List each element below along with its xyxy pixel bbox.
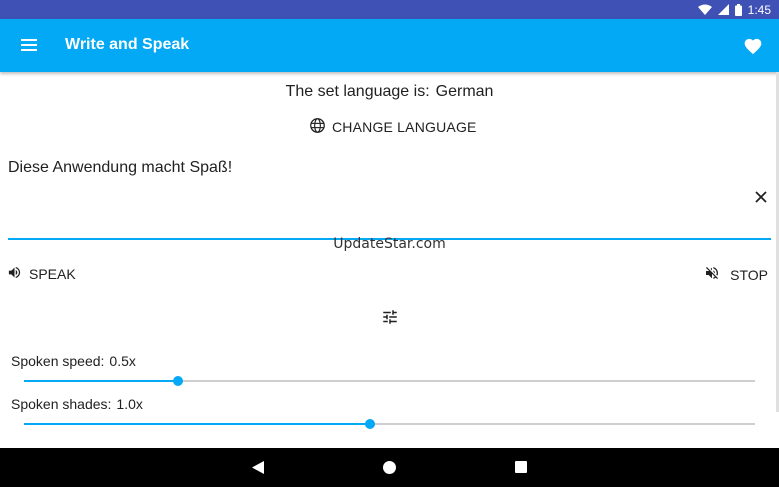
text-input[interactable]: Diese Anwendung macht Spaß! [8,159,232,177]
app-title: Write and Speak [65,36,190,53]
volume-up-icon [7,265,22,283]
home-icon[interactable] [383,461,396,474]
shades-label: Spoken shades: [11,396,112,412]
navigation-bar [0,448,779,487]
language-status: The set language is: German [0,83,779,101]
speed-value: 0.5x [109,353,136,369]
speed-slider-thumb[interactable] [172,376,183,386]
wifi-icon [697,4,712,15]
main-content: The set language is: German CHANGE LANGUA… [0,72,779,448]
shades-slider[interactable] [24,419,755,429]
signal-icon [717,4,729,15]
speed-slider[interactable] [24,376,755,386]
watermark: UpdateStar.com [333,236,446,252]
app-bar: Write and Speak [0,19,779,72]
change-language-label: CHANGE LANGUAGE [332,119,477,135]
tune-icon[interactable] [381,308,399,326]
close-icon[interactable] [754,190,768,204]
shades-slider-fill [24,423,371,425]
status-bar: 1:45 [0,0,779,19]
speed-slider-fill [24,380,178,382]
globe-icon [309,117,326,137]
back-icon[interactable] [252,461,264,479]
language-label: The set language is: [285,83,430,100]
status-icons: 1:45 [697,2,771,17]
speak-button[interactable]: SPEAK [7,265,76,283]
battery-icon [734,3,742,16]
heart-icon[interactable] [743,36,763,55]
change-language-button[interactable]: CHANGE LANGUAGE [309,117,477,137]
speak-label: SPEAK [29,266,76,282]
status-time: 1:45 [747,2,771,17]
language-value: German [435,83,494,100]
speed-label-row: Spoken speed: 0.5x [11,353,136,369]
shades-value: 1.0x [116,396,143,412]
shades-slider-thumb[interactable] [365,419,376,429]
stop-label: STOP [730,266,768,283]
stop-button[interactable]: STOP [704,265,768,284]
volume-off-icon [704,265,720,284]
speed-label: Spoken speed: [11,353,105,369]
recent-apps-icon[interactable] [515,461,527,473]
menu-icon[interactable] [20,37,38,53]
shades-label-row: Spoken shades: 1.0x [11,396,143,412]
